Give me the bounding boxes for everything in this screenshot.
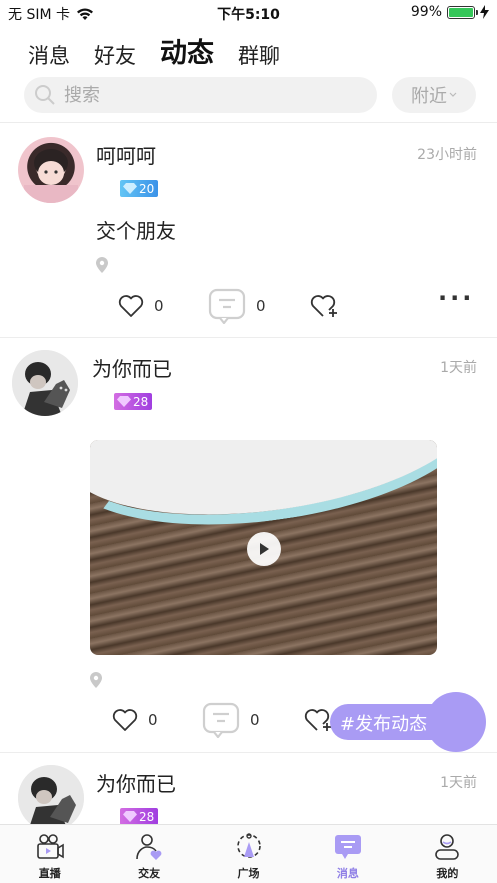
battery-icon — [447, 5, 478, 19]
search-input[interactable] — [64, 84, 344, 106]
feed-post: 呵呵呵 23小时前 20 交个朋友 0 0 ··· — [0, 123, 497, 338]
diamond-icon — [117, 396, 131, 407]
level-value: 28 — [139, 809, 155, 824]
live-icon — [36, 834, 64, 859]
tab-group-chat[interactable]: 群聊 — [238, 40, 280, 70]
tab-label: 直播 — [38, 867, 61, 880]
level-value: 20 — [139, 181, 155, 196]
post-time: 23小时前 — [417, 147, 477, 163]
tab-social[interactable]: 交友 — [99, 825, 198, 883]
search-row: 附近 — [24, 77, 476, 113]
nearby-filter[interactable]: 附近 — [392, 77, 476, 113]
video-thumbnail[interactable] — [90, 440, 437, 655]
comment-count: 0 — [256, 297, 266, 315]
avatar[interactable] — [12, 350, 78, 416]
play-icon — [260, 543, 269, 555]
avatar[interactable] — [18, 137, 84, 203]
diamond-icon — [123, 811, 137, 822]
heart-icon — [112, 709, 138, 731]
location-pin-icon — [96, 257, 108, 273]
status-bar: 无 SIM 卡 下午5:10 99% — [0, 0, 497, 26]
play-button[interactable] — [247, 532, 281, 566]
tab-plaza[interactable]: 广场 — [199, 825, 298, 883]
comment-button[interactable]: 0 — [202, 702, 260, 738]
tab-label: 交友 — [138, 867, 161, 880]
comment-icon — [208, 288, 246, 324]
top-tabs: 消息 好友 动态 群聊 — [28, 32, 280, 70]
publish-post-button[interactable]: #发布动态 — [330, 692, 486, 752]
like-button[interactable]: 0 — [112, 708, 158, 732]
charging-icon — [480, 5, 489, 19]
diamond-icon — [123, 183, 137, 194]
avatar[interactable] — [18, 765, 84, 824]
comment-count: 0 — [250, 711, 260, 729]
location-pin-icon — [90, 672, 102, 688]
friends-icon — [136, 834, 162, 860]
feed-post: 为你而已 1天前 28 — [0, 753, 497, 824]
level-value: 28 — [133, 394, 149, 409]
tab-label: 广场 — [237, 867, 260, 880]
plaza-icon — [236, 833, 261, 858]
comment-button[interactable]: 0 — [208, 288, 266, 324]
nearby-label: 附近 — [411, 86, 447, 107]
post-time: 1天前 — [440, 775, 477, 791]
search-icon — [35, 85, 55, 105]
tab-friends[interactable]: 好友 — [94, 40, 136, 70]
tab-live[interactable]: 直播 — [0, 825, 99, 883]
tab-label: 我的 — [436, 867, 459, 880]
battery-percent: 99% — [410, 4, 442, 20]
bottom-tab-bar: 直播 交友 广场 消息 我的 — [0, 824, 497, 883]
tab-message[interactable]: 消息 — [298, 825, 397, 883]
message-icon — [334, 835, 361, 859]
publish-label: #发布动态 — [340, 714, 428, 735]
level-badge: 20 — [120, 180, 158, 197]
chevron-down-icon — [449, 92, 457, 97]
post-time: 1天前 — [440, 360, 477, 376]
comment-icon — [202, 702, 240, 738]
like-count: 0 — [154, 297, 164, 315]
post-text: 交个朋友 — [96, 219, 176, 243]
heart-icon — [118, 295, 144, 317]
level-badge: 28 — [114, 393, 152, 410]
profile-icon — [435, 834, 460, 860]
user-name[interactable]: 呵呵呵 — [96, 140, 156, 169]
tab-label: 消息 — [336, 867, 359, 880]
post-actions: 0 0 ··· — [0, 284, 497, 328]
user-name[interactable]: 为你而已 — [96, 768, 176, 797]
user-name[interactable]: 为你而已 — [92, 353, 172, 382]
tab-moments[interactable]: 动态 — [160, 31, 214, 70]
like-count: 0 — [148, 711, 158, 729]
gift-heart-button[interactable] — [310, 293, 340, 319]
heart-plus-icon — [310, 295, 337, 317]
tab-mine[interactable]: 我的 — [398, 825, 497, 883]
like-button[interactable]: 0 — [118, 294, 164, 318]
more-options-button[interactable]: ··· — [438, 284, 474, 312]
search-bar[interactable] — [24, 77, 377, 113]
tab-messages[interactable]: 消息 — [28, 40, 70, 70]
feed-post: 为你而已 1天前 28 0 0 — [0, 338, 497, 753]
level-badge: 28 — [120, 808, 158, 824]
